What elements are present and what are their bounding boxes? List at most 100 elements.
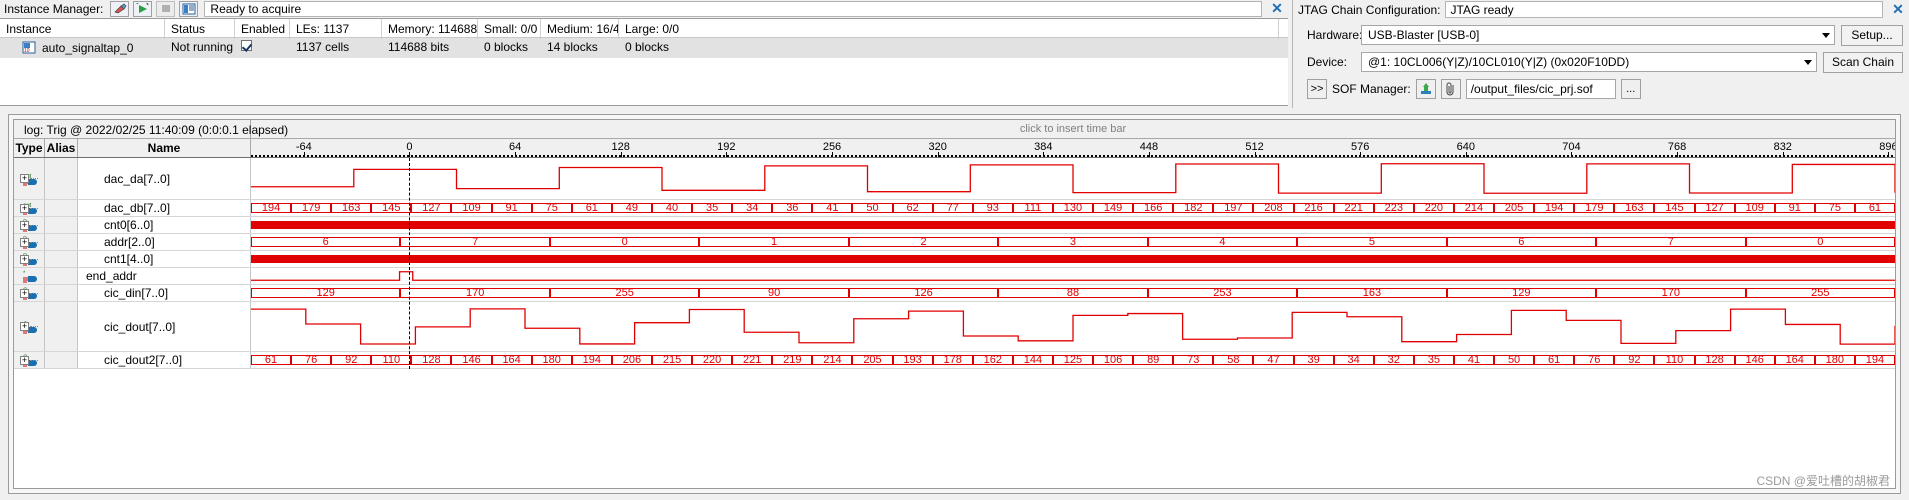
bus-value-segment[interactable]: 194 [1534, 203, 1575, 213]
bus-value-segment[interactable]: 162 [972, 355, 1013, 365]
bus-value-segment[interactable]: 75 [1814, 203, 1855, 213]
bus-value-segment[interactable]: 1 [699, 237, 849, 247]
device-select[interactable]: @1: 10CL006(Y|Z)/10CL010(Y|Z) (0x020F10D… [1361, 52, 1817, 72]
bus-value-segment[interactable]: 144 [1012, 355, 1053, 365]
expand-sof-manager-button[interactable]: >> [1307, 79, 1327, 99]
bus-value-segment[interactable]: 36 [772, 203, 813, 213]
bus-value-segment[interactable]: 75 [531, 203, 572, 213]
bus-value-segment[interactable]: 180 [531, 355, 572, 365]
bus-value-segment[interactable]: 47 [1253, 355, 1294, 365]
column-header-memory[interactable]: Memory: 114688 [382, 19, 478, 39]
bus-value-segment[interactable]: 163 [331, 203, 372, 213]
signal-waveform-cell[interactable] [251, 268, 1895, 284]
bus-value-segment[interactable]: 61 [1534, 355, 1575, 365]
bus-value-segment[interactable]: 127 [1694, 203, 1735, 213]
signal-waveform-cell[interactable] [251, 302, 1895, 351]
bus-value-segment[interactable]: 77 [932, 203, 973, 213]
bus-value-segment[interactable]: 7 [1596, 237, 1746, 247]
bus-value-segment[interactable]: 205 [1494, 203, 1535, 213]
dense-bus-track[interactable] [251, 221, 1895, 229]
bus-value-segment[interactable]: 214 [1453, 203, 1495, 213]
bus-value-segment[interactable]: 50 [852, 203, 893, 213]
bus-value-segment[interactable]: 76 [291, 355, 332, 365]
bus-value-segment[interactable]: 255 [1745, 288, 1895, 298]
bus-value-segment[interactable]: 109 [1734, 203, 1775, 213]
expand-signal-icon[interactable]: + [20, 203, 29, 213]
sof-path-field[interactable]: /output_files/cic_prj.sof [1465, 79, 1616, 99]
signal-name-cell[interactable]: + cnt1[4..0] [20, 251, 251, 267]
bus-value-segment[interactable]: 76 [1574, 355, 1615, 365]
signal-waveform-cell[interactable]: 61 76 92 110 128 146 164 180 194 206 215 220 221 219 2… [251, 352, 1895, 368]
signal-name-cell[interactable]: + addr[2..0] [20, 234, 251, 250]
bus-value-segment[interactable]: 220 [692, 355, 733, 365]
bus-value-segment[interactable]: 221 [1333, 203, 1374, 213]
bus-value-segment[interactable]: 253 [1147, 288, 1298, 298]
read-data-icon[interactable] [179, 0, 199, 17]
bus-value-segment[interactable]: 128 [1694, 355, 1735, 365]
bus-value-segment[interactable]: 2 [848, 237, 999, 247]
bus-value-segment[interactable]: 163 [1297, 288, 1447, 298]
column-header-status[interactable]: Status [165, 19, 235, 39]
signal-waveform-cell[interactable] [251, 217, 1895, 233]
bus-value-segment[interactable]: 6 [1446, 237, 1597, 247]
signal-row[interactable]: R + addr[2..0] 67012345670 [14, 234, 1895, 251]
signal-alias-cell[interactable] [45, 158, 78, 199]
bus-value-segment[interactable]: 49 [611, 203, 652, 213]
attach-icon[interactable] [1440, 79, 1461, 99]
insert-time-bar-hint[interactable]: click to insert time bar [251, 120, 1895, 138]
bus-value-segment[interactable]: 106 [1093, 355, 1134, 365]
bus-value-segment[interactable]: 0 [1745, 237, 1895, 247]
bus-value-segment[interactable]: 34 [732, 203, 773, 213]
signal-waveform-cell[interactable] [251, 251, 1895, 267]
bus-value-segment[interactable]: 61 [251, 355, 292, 365]
bus-value-segment[interactable]: 3 [998, 237, 1148, 247]
expand-signal-icon[interactable]: + [20, 355, 29, 365]
expand-signal-icon[interactable]: + [20, 220, 29, 230]
bus-value-segment[interactable]: 91 [491, 203, 532, 213]
signal-row[interactable]: R + cnt1[4..0] [14, 251, 1895, 268]
stop-analysis-icon[interactable] [156, 0, 176, 17]
bus-value-segment[interactable]: 219 [772, 355, 813, 365]
signal-alias-cell[interactable] [45, 200, 78, 216]
bus-value-segment[interactable]: 127 [411, 203, 452, 213]
bus-value-segment[interactable]: 146 [451, 355, 492, 365]
bus-value-segment[interactable]: 145 [371, 203, 412, 213]
bus-value-segment[interactable]: 35 [1413, 355, 1454, 365]
column-header-name[interactable]: Name [78, 139, 251, 157]
bus-value-segment[interactable]: 58 [1213, 355, 1254, 365]
column-header-large[interactable]: Large: 0/0 [619, 19, 1279, 39]
bus-value-segment[interactable]: 214 [812, 355, 853, 365]
bus-value-segment[interactable]: 129 [1446, 288, 1597, 298]
bus-value-segment[interactable]: 32 [1373, 355, 1414, 365]
signal-alias-cell[interactable] [45, 285, 78, 301]
signal-row[interactable]: R + cnt0[6..0] [14, 217, 1895, 234]
signal-row[interactable]: * end_addr [14, 268, 1895, 285]
bus-value-segment[interactable]: 223 [1373, 203, 1414, 213]
enabled-cell[interactable] [235, 38, 290, 58]
hardware-select[interactable]: USB-Blaster [USB-0] [1361, 25, 1835, 45]
bus-value-segment[interactable]: 215 [651, 355, 693, 365]
bus-value-segment[interactable]: 255 [549, 288, 700, 298]
bus-value-segment[interactable]: 197 [1213, 203, 1254, 213]
signal-row[interactable]: C + cic_dout2[7..0] 61769211012814616418… [14, 352, 1895, 369]
bus-value-segment[interactable]: 7 [400, 237, 550, 247]
signal-waveform-cell[interactable]: 194 179 163 145 127 109 91 75 61 49 40 35 34 36 41 50 62… [251, 200, 1895, 216]
time-ruler[interactable]: -64 0 64 128 192 256 320 384 448 512 576 640 704 768 8… [251, 139, 1895, 157]
bus-value-segment[interactable]: 164 [1774, 355, 1815, 365]
bus-value-segment[interactable]: 88 [998, 288, 1148, 298]
bus-value-segment[interactable]: 180 [1814, 355, 1855, 365]
signal-row[interactable]: C + cic_din[7..0] 1291702559012688253163… [14, 285, 1895, 302]
scan-chain-button[interactable]: Scan Chain [1822, 51, 1903, 73]
bus-value-segment[interactable]: 41 [1453, 355, 1495, 365]
close-instance-manager-icon[interactable]: ✕ [1266, 0, 1288, 17]
bus-value-segment[interactable]: 93 [972, 203, 1013, 213]
bus-value-segment[interactable]: 4 [1147, 237, 1298, 247]
signal-name-cell[interactable]: + cic_dout[7..0] [20, 302, 251, 351]
table-row[interactable]: 10 auto_signaltap_0 Not running 1137 cel… [0, 38, 1288, 58]
bus-value-segment[interactable]: 89 [1133, 355, 1174, 365]
bus-value-segment[interactable]: 208 [1253, 203, 1294, 213]
bus-value-segment[interactable]: 194 [1854, 355, 1895, 365]
bus-value-segment[interactable]: 110 [371, 355, 412, 365]
bus-value-segment[interactable]: 50 [1494, 355, 1535, 365]
signal-row[interactable]: out + dac_da[7..0] [14, 158, 1895, 200]
